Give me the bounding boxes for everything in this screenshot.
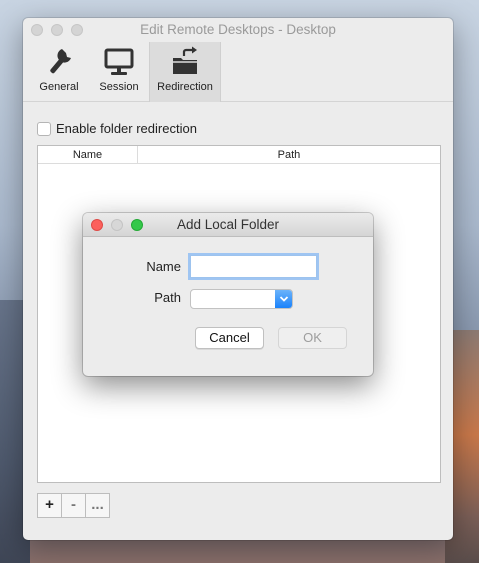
preferences-toolbar: General Session Redirection <box>23 42 453 102</box>
window-titlebar[interactable]: Edit Remote Desktops - Desktop <box>23 18 453 42</box>
tab-general[interactable]: General <box>29 42 89 102</box>
column-header-path[interactable]: Path <box>138 146 440 163</box>
dialog-titlebar[interactable]: Add Local Folder <box>83 213 373 237</box>
close-window-button[interactable] <box>31 24 43 36</box>
tab-redirection[interactable]: Redirection <box>149 42 221 102</box>
remove-folder-button[interactable]: - <box>61 493 86 518</box>
folder-redirect-icon <box>165 46 205 78</box>
column-header-name[interactable]: Name <box>38 146 138 163</box>
tab-session-label: Session <box>99 81 139 93</box>
window-title: Edit Remote Desktops - Desktop <box>140 22 336 37</box>
enable-folder-redirection-label[interactable]: Enable folder redirection <box>56 121 197 136</box>
dialog-window-controls <box>91 219 143 231</box>
tab-session[interactable]: Session <box>89 42 149 102</box>
table-header: Name Path <box>38 146 440 164</box>
add-local-folder-dialog: Add Local Folder Name Path Cancel OK <box>83 213 373 376</box>
zoom-window-button[interactable] <box>71 24 83 36</box>
path-label: Path <box>154 290 181 305</box>
ok-button[interactable]: OK <box>278 327 347 349</box>
wrench-icon <box>39 46 79 78</box>
add-folder-button[interactable]: + <box>37 493 62 518</box>
enable-folder-redirection-row: Enable folder redirection <box>37 121 197 136</box>
enable-folder-redirection-checkbox[interactable] <box>37 121 51 136</box>
name-label: Name <box>146 259 181 274</box>
tab-general-label: General <box>39 81 79 93</box>
dialog-minimize-button[interactable] <box>111 219 123 231</box>
path-select-value <box>191 290 275 308</box>
window-controls <box>31 24 83 36</box>
tab-redirection-label: Redirection <box>157 81 213 93</box>
path-select[interactable] <box>190 289 293 309</box>
table-button-bar: + - ... <box>37 493 110 518</box>
monitor-icon <box>99 46 139 78</box>
dialog-title: Add Local Folder <box>176 217 280 232</box>
more-options-button[interactable]: ... <box>85 493 110 518</box>
dialog-close-button[interactable] <box>91 219 103 231</box>
minimize-window-button[interactable] <box>51 24 63 36</box>
name-input[interactable] <box>190 255 317 278</box>
dialog-zoom-button[interactable] <box>131 219 143 231</box>
cancel-button[interactable]: Cancel <box>195 327 264 349</box>
chevron-down-icon[interactable] <box>275 290 292 308</box>
